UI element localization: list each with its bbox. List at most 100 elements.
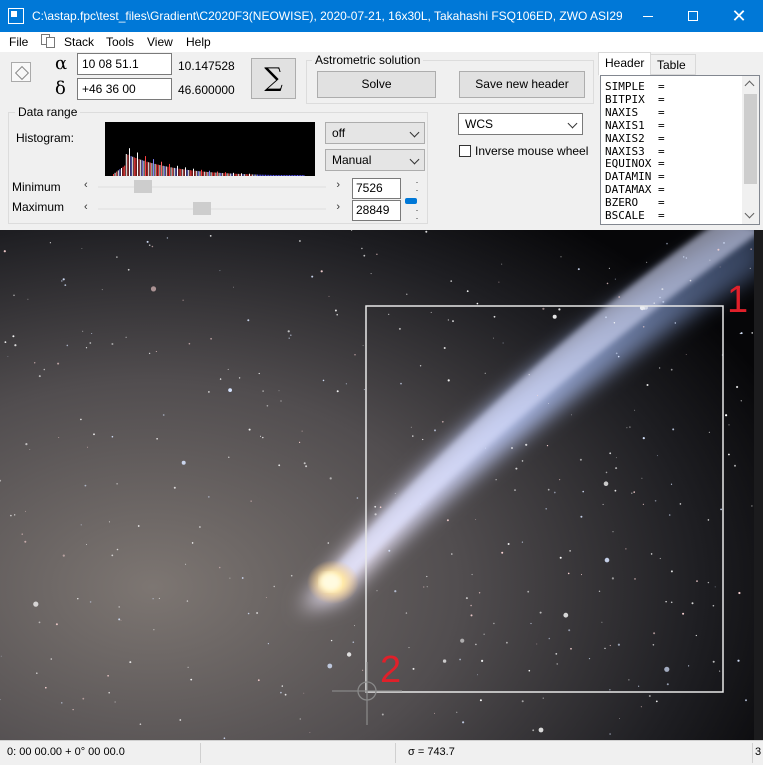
arrow-right-icon[interactable]: › xyxy=(336,179,340,191)
minimize-button[interactable] xyxy=(625,0,671,32)
histogram-bar xyxy=(162,165,164,176)
star xyxy=(229,577,231,579)
menu-stack[interactable]: Stack xyxy=(64,35,94,49)
comet-image[interactable]: 1 2 xyxy=(0,230,763,740)
star xyxy=(25,510,26,512)
star xyxy=(538,727,544,733)
navigation-icon[interactable] xyxy=(11,62,31,82)
star xyxy=(374,505,377,508)
image-scrollbar[interactable] xyxy=(754,230,763,740)
fits-header-list[interactable]: SIMPLE = BITPIX = NAXIS = NAXIS1 = NAXIS2 = N… xyxy=(600,75,760,225)
star xyxy=(689,279,692,282)
histogram-bar xyxy=(167,166,169,176)
star xyxy=(659,296,661,299)
minimum-slider[interactable]: ‹ › xyxy=(84,179,340,194)
histogram-bar xyxy=(202,171,204,176)
histogram-bar xyxy=(300,175,302,176)
menu-tools[interactable]: Tools xyxy=(106,35,134,49)
arrow-right-icon[interactable]: › xyxy=(336,201,340,213)
star xyxy=(139,723,142,725)
star xyxy=(501,551,504,554)
star xyxy=(303,692,305,694)
header-scrollbar-thumb[interactable] xyxy=(744,94,757,184)
star xyxy=(611,577,615,580)
header-scrollbar[interactable] xyxy=(742,76,759,224)
star xyxy=(256,612,259,614)
histogram-bar xyxy=(289,175,290,176)
spin-knob[interactable] xyxy=(405,198,417,204)
minimum-value-input[interactable]: 7526 xyxy=(352,178,401,199)
menu-file[interactable]: File xyxy=(9,35,28,49)
wcs-combo[interactable]: WCS xyxy=(458,113,583,135)
star xyxy=(484,372,486,374)
title-bar[interactable]: C:\astap.fpc\test_files\Gradient\C2020F3… xyxy=(0,0,763,32)
histogram-bar xyxy=(124,165,126,176)
stretch-combo[interactable]: off xyxy=(325,122,425,144)
star xyxy=(118,618,121,621)
histogram-bar xyxy=(172,167,174,176)
histogram-bar xyxy=(301,175,303,176)
tab-table[interactable]: Table xyxy=(650,54,696,75)
star xyxy=(546,445,549,447)
maximum-slider-thumb[interactable] xyxy=(192,202,211,215)
stack-sigma-button[interactable]: ∑ xyxy=(251,58,296,99)
menu-help[interactable]: Help xyxy=(186,35,211,49)
star xyxy=(579,458,582,461)
histogram-bar xyxy=(119,169,121,176)
star xyxy=(465,597,468,600)
star xyxy=(481,659,484,662)
star xyxy=(61,702,63,704)
scroll-up-icon[interactable] xyxy=(744,80,755,91)
header-line: DATAMAX = xyxy=(605,183,665,197)
star xyxy=(219,270,221,272)
star xyxy=(278,464,281,467)
mode-combo[interactable]: Manual xyxy=(325,149,425,171)
star xyxy=(598,590,601,592)
star xyxy=(506,641,508,644)
window-title: C:\astap.fpc\test_files\Gradient\C2020F3… xyxy=(32,9,622,23)
histogram-bar xyxy=(277,175,279,176)
maximize-button[interactable] xyxy=(670,0,716,32)
minimum-slider-thumb[interactable] xyxy=(133,180,152,193)
star xyxy=(615,467,618,470)
status-bar: 0: 00 00.00 + 0° 00 00.0 σ = 743.7 3 xyxy=(0,740,763,765)
histogram-bar xyxy=(116,171,118,176)
save-header-button[interactable]: Save new header xyxy=(459,71,585,98)
dec-input[interactable]: +46 36 00 xyxy=(77,78,172,100)
star xyxy=(281,685,283,687)
menu-view[interactable]: View xyxy=(147,35,173,49)
star xyxy=(653,632,656,635)
histogram-bar xyxy=(221,173,223,176)
solve-button[interactable]: Solve xyxy=(317,71,436,98)
histogram-bar xyxy=(265,174,266,176)
star xyxy=(717,248,720,251)
range-spin-slider[interactable] xyxy=(404,180,418,222)
arrow-left-icon[interactable]: ‹ xyxy=(84,201,88,213)
histogram-bar xyxy=(191,170,193,176)
image-viewer[interactable]: 1 2 xyxy=(0,230,763,740)
star xyxy=(227,368,229,370)
minimum-label: Minimum xyxy=(12,180,61,194)
scroll-down-icon[interactable] xyxy=(744,208,755,219)
star xyxy=(13,294,15,297)
status-right: 3 xyxy=(755,746,762,758)
star xyxy=(521,541,524,543)
inverse-mouse-wheel-checkbox[interactable] xyxy=(459,145,471,157)
header-line: NAXIS3 = xyxy=(605,144,665,158)
star xyxy=(3,250,6,253)
maximum-slider[interactable]: ‹ › xyxy=(84,201,340,216)
ra-input[interactable]: 10 08 51.1 xyxy=(77,53,172,75)
mode-combo-value: Manual xyxy=(332,153,372,167)
star xyxy=(0,655,2,657)
copy-icon[interactable] xyxy=(41,34,57,48)
tab-header[interactable]: Header xyxy=(598,52,651,76)
star xyxy=(186,600,189,602)
histogram-bar xyxy=(140,159,142,176)
star xyxy=(10,514,12,517)
close-button[interactable]: ✕ xyxy=(716,0,762,32)
astap-app-icon[interactable] xyxy=(8,8,24,24)
arrow-left-icon[interactable]: ‹ xyxy=(84,179,88,191)
histogram-bar xyxy=(156,164,158,176)
maximum-value-input[interactable]: 28849 xyxy=(352,200,401,221)
star xyxy=(12,335,15,338)
